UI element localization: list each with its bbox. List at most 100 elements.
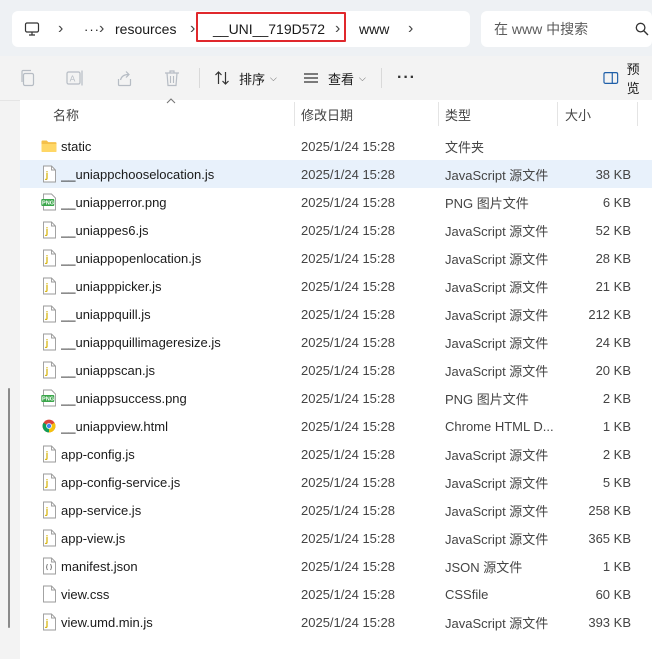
file-row[interactable]: __uniappopenlocation.js 2025/1/24 15:28 Ja…: [20, 244, 652, 272]
file-date: 2025/1/24 15:28: [301, 614, 395, 630]
js-file-icon: [41, 249, 57, 267]
json-file-icon: [41, 557, 57, 575]
file-name: app-config.js: [61, 446, 135, 462]
preview-pane-icon: [603, 72, 619, 84]
file-row[interactable]: PNG __uniappsuccess.png 2025/1/24 15:28 PNG…: [20, 384, 652, 412]
sort-button[interactable]: 排序 ⌵: [214, 56, 277, 100]
js-file-icon: [41, 501, 57, 519]
chevron-right-icon[interactable]: ›: [99, 11, 104, 47]
png-file-icon: PNG: [41, 193, 57, 211]
breadcrumb[interactable]: › ··· › resources › __UNI__719D572 › www…: [12, 11, 470, 47]
view-label: 查看: [328, 71, 355, 87]
file-date: 2025/1/24 15:28: [301, 222, 395, 238]
file-size: 365 KB: [588, 530, 631, 546]
file-size: 2 KB: [602, 446, 631, 462]
file-size: 212 KB: [588, 306, 631, 322]
file-name: app-service.js: [61, 502, 142, 518]
chevron-down-icon: ⌵: [359, 72, 366, 83]
file-date: 2025/1/24 15:28: [301, 390, 395, 406]
file-row[interactable]: __uniappchooselocation.js 2025/1/24 15:28…: [20, 160, 652, 188]
file-size: 52 KB: [595, 222, 631, 238]
search-box[interactable]: [481, 11, 652, 47]
breadcrumb-item-resources[interactable]: resources: [115, 11, 176, 47]
chevron-right-icon[interactable]: ›: [408, 11, 413, 47]
chevron-right-icon[interactable]: ›: [335, 11, 340, 47]
column-header-date[interactable]: 修改日期: [301, 100, 353, 128]
address-bar: › ··· › resources › __UNI__719D572 › www…: [0, 0, 652, 56]
computer-icon[interactable]: [24, 11, 40, 47]
file-row[interactable]: manifest.json 2025/1/24 15:28 JSON 源文件 1 KB: [20, 552, 652, 580]
file-type: JavaScript 源文件: [445, 531, 549, 547]
js-file-icon: [41, 277, 57, 295]
png-file-icon: PNG: [41, 389, 57, 407]
file-type: JavaScript 源文件: [445, 475, 549, 491]
file-row[interactable]: view.css 2025/1/24 15:28 CSSfile 60 KB: [20, 580, 652, 608]
chevron-down-icon: ⌵: [270, 72, 277, 83]
file-date: 2025/1/24 15:28: [301, 474, 395, 490]
search-icon[interactable]: [635, 22, 649, 36]
file-date: 2025/1/24 15:28: [301, 334, 395, 350]
column-header-type[interactable]: 类型: [445, 100, 471, 128]
file-name: __uniappquillimageresize.js: [61, 334, 221, 350]
file-name: __uniappopenlocation.js: [61, 250, 202, 266]
breadcrumb-item-project[interactable]: __UNI__719D572: [213, 11, 325, 47]
chevron-right-icon[interactable]: ›: [58, 11, 63, 47]
file-type: JavaScript 源文件: [445, 167, 549, 183]
file-row[interactable]: PNG __uniapperror.png 2025/1/24 15:28 PNG 图…: [20, 188, 652, 216]
file-row[interactable]: __uniappquillimageresize.js 2025/1/24 15:…: [20, 328, 652, 356]
file-name: __uniapppicker.js: [61, 278, 162, 294]
file-type: JavaScript 源文件: [445, 447, 549, 463]
file-row[interactable]: __uniappscan.js 2025/1/24 15:28 JavaScript…: [20, 356, 652, 384]
file-name: view.css: [61, 586, 110, 602]
file-date: 2025/1/24 15:28: [301, 530, 395, 546]
breadcrumb-overflow-button[interactable]: ···: [84, 11, 100, 47]
file-type: JavaScript 源文件: [445, 251, 549, 267]
column-divider[interactable]: [438, 102, 439, 126]
preview-pane-button[interactable]: 预览: [603, 56, 652, 100]
file-name: __uniappes6.js: [61, 222, 149, 238]
delete-icon[interactable]: [164, 56, 180, 100]
file-row[interactable]: app-config.js 2025/1/24 15:28 JavaScript 源…: [20, 440, 652, 468]
share-icon[interactable]: [116, 56, 133, 100]
sort-icon: [215, 71, 229, 85]
js-file-icon: [41, 221, 57, 239]
file-type: 文件夹: [445, 139, 485, 155]
file-row[interactable]: __uniapppicker.js 2025/1/24 15:28 JavaScri…: [20, 272, 652, 300]
command-bar: A 排序 ⌵ 查看 ⌵ ··· 预览: [0, 56, 652, 101]
file-type: JavaScript 源文件: [445, 279, 549, 295]
column-divider[interactable]: [637, 102, 638, 126]
file-date: 2025/1/24 15:28: [301, 138, 395, 154]
file-size: 1 KB: [602, 418, 631, 434]
file-row[interactable]: app-view.js 2025/1/24 15:28 JavaScript 源文件…: [20, 524, 652, 552]
file-row[interactable]: __uniappview.html 2025/1/24 15:28 Chrome H…: [20, 412, 652, 440]
file-row[interactable]: __uniappes6.js 2025/1/24 15:28 JavaScript …: [20, 216, 652, 244]
file-size: 2 KB: [602, 390, 631, 406]
view-button[interactable]: 查看 ⌵: [303, 56, 366, 100]
breadcrumb-item-www[interactable]: www: [359, 11, 389, 47]
file-name: __uniappscan.js: [61, 362, 155, 378]
file-date: 2025/1/24 15:28: [301, 446, 395, 462]
column-header-size[interactable]: 大小: [565, 100, 591, 128]
search-input[interactable]: [481, 11, 631, 47]
file-size: 28 KB: [595, 250, 631, 266]
file-row[interactable]: app-service.js 2025/1/24 15:28 JavaScript …: [20, 496, 652, 524]
file-row[interactable]: __uniappquill.js 2025/1/24 15:28 JavaScrip…: [20, 300, 652, 328]
file-row[interactable]: app-config-service.js 2025/1/24 15:28 Java…: [20, 468, 652, 496]
preview-label: 预览: [626, 62, 640, 96]
file-name: app-config-service.js: [61, 474, 181, 490]
file-type: JavaScript 源文件: [445, 363, 549, 379]
file-name: __uniappview.html: [61, 418, 168, 434]
file-row[interactable]: static 2025/1/24 15:28 文件夹: [20, 132, 652, 160]
scrollbar[interactable]: [8, 388, 10, 628]
file-row[interactable]: view.umd.min.js 2025/1/24 15:28 JavaScript…: [20, 608, 652, 636]
column-header-name[interactable]: 名称: [53, 100, 79, 128]
more-options-button[interactable]: ···: [397, 56, 416, 100]
file-type: JavaScript 源文件: [445, 615, 549, 631]
chevron-right-icon[interactable]: ›: [190, 11, 195, 47]
column-divider[interactable]: [557, 102, 558, 126]
copy-icon[interactable]: [19, 56, 36, 100]
rename-icon[interactable]: A: [66, 56, 84, 100]
file-type: PNG 图片文件: [445, 195, 529, 211]
column-divider[interactable]: [294, 102, 295, 126]
svg-text:PNG: PNG: [42, 201, 54, 207]
